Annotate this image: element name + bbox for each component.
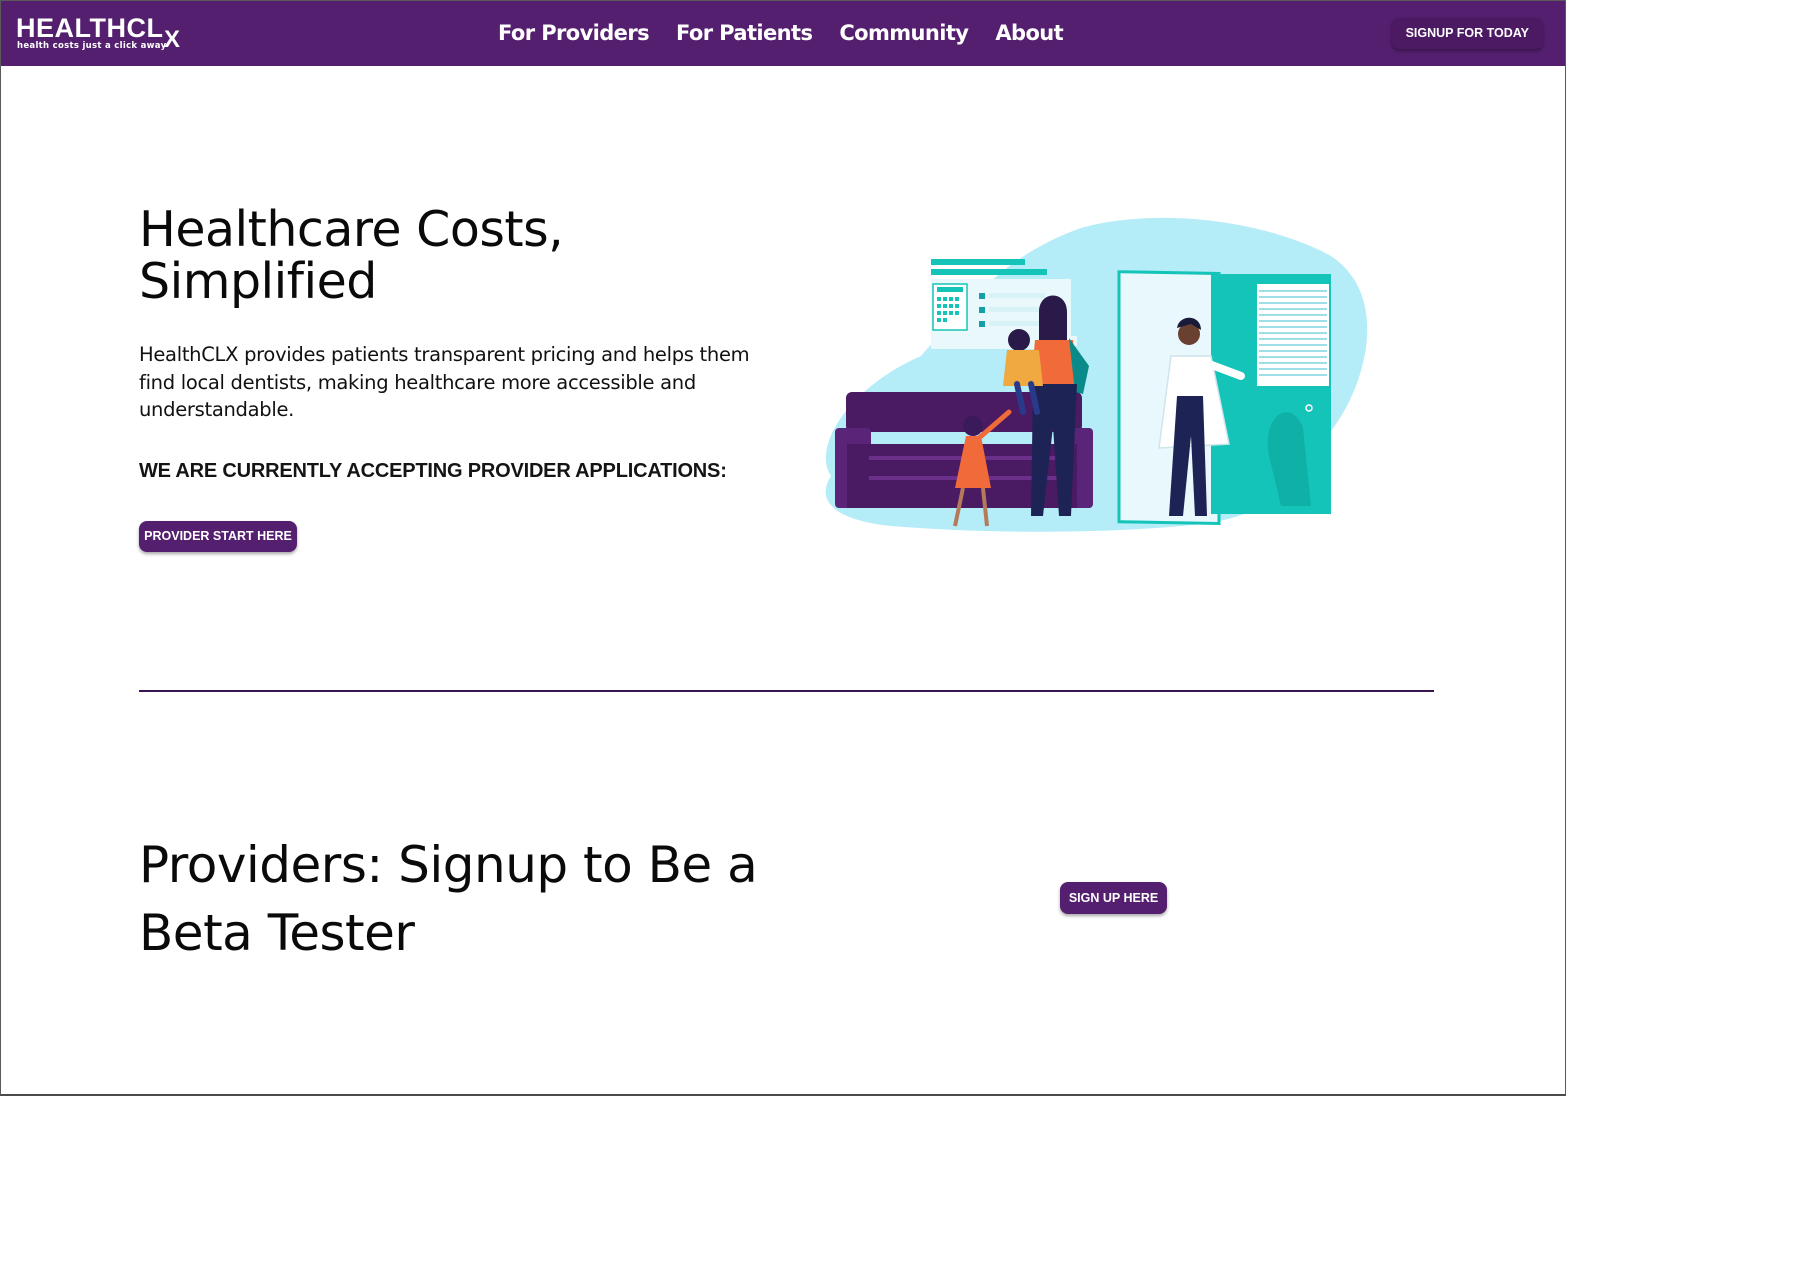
hero-title: Healthcare Costs, Simplified (139, 204, 659, 308)
blind-slats (1259, 290, 1327, 376)
calendar-header (937, 287, 963, 292)
accepting-applications-heading: WE ARE CURRENTLY ACCEPTING PROVIDER APPL… (139, 460, 727, 482)
page: HEALTHCL X health costs just a click awa… (0, 0, 1566, 1096)
hero-title-line-2: Simplified (139, 253, 377, 310)
nav-link-for-providers[interactable]: For Providers (498, 1, 650, 66)
healthclx-logo[interactable]: HEALTHCL X health costs just a click awa… (16, 13, 186, 55)
window-blinds (1257, 284, 1329, 386)
signup-for-today-button[interactable]: SIGNUP FOR TODAY (1391, 18, 1543, 49)
top-navigation-bar: HEALTHCL X health costs just a click awa… (1, 1, 1565, 66)
beta-tester-heading: Providers: Signup to Be a Beta Tester (139, 836, 758, 962)
nav-link-community[interactable]: Community (839, 1, 969, 66)
nav-link-for-patients[interactable]: For Patients (676, 1, 813, 66)
hero-title-line-1: Healthcare Costs, (139, 201, 564, 258)
wall-chart-line-1 (931, 259, 1025, 265)
hero-description: HealthCLX provides patients transparent … (139, 343, 750, 421)
logo-wordmark: HEALTHCL (16, 13, 164, 43)
sign-up-here-button[interactable]: SIGN UP HERE (1060, 882, 1167, 914)
wall-chart-line-2 (931, 269, 1047, 275)
provider-start-here-button[interactable]: PROVIDER START HERE (139, 521, 297, 552)
toddler-body (1003, 350, 1043, 386)
section-divider (139, 690, 1434, 692)
family-with-doctor-illustration (825, 217, 1368, 532)
logo-tagline: health costs just a click away (17, 41, 167, 51)
toddler-head (1008, 329, 1030, 351)
nav-link-about[interactable]: About (995, 1, 1063, 66)
main-nav: For Providers For Patients Community Abo… (498, 1, 1064, 66)
girl-head (963, 416, 983, 436)
